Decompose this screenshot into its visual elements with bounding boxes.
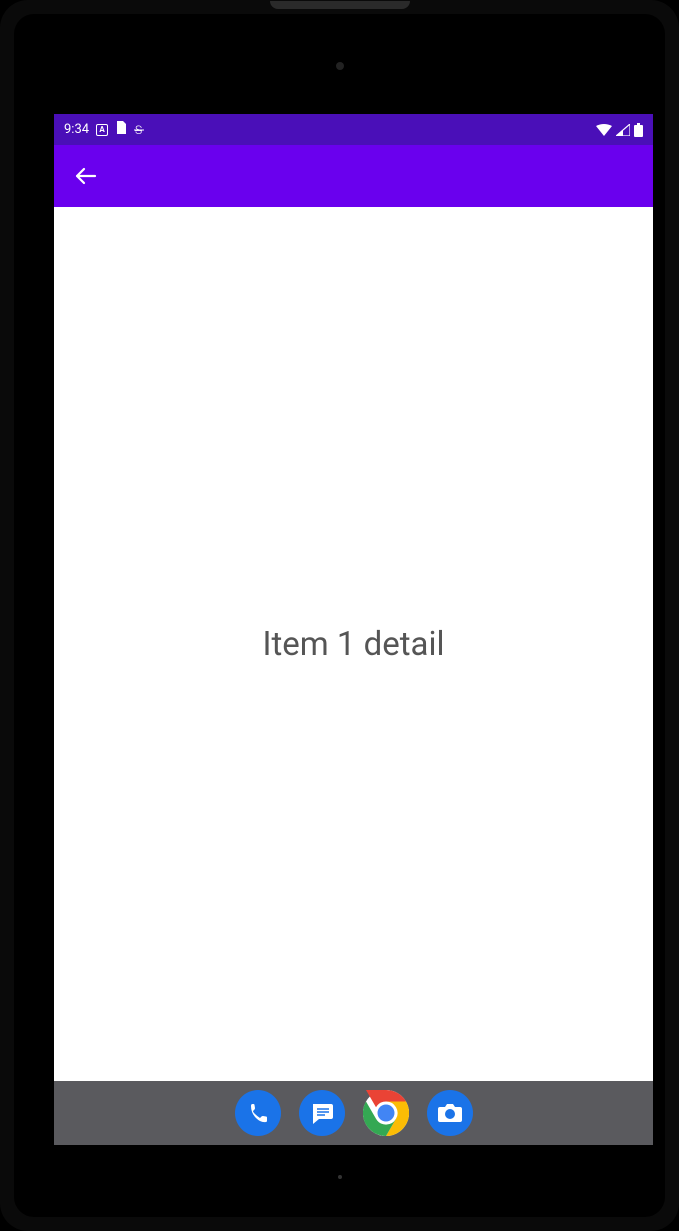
status-bar-right — [596, 123, 643, 137]
messages-app-icon[interactable] — [299, 1090, 345, 1136]
cellular-icon — [616, 124, 630, 136]
front-camera — [336, 62, 344, 70]
status-s-icon: S — [133, 123, 145, 137]
home-indicator — [338, 1175, 342, 1179]
status-a-icon: A — [96, 124, 108, 136]
status-time: 9:34 — [64, 122, 89, 137]
chrome-icon — [363, 1090, 409, 1136]
device-notch — [270, 1, 410, 9]
status-bar: 9:34 A S — [54, 114, 653, 145]
device-frame: 9:34 A S — [0, 0, 679, 1231]
detail-text: Item 1 detail — [262, 625, 444, 664]
battery-icon — [634, 123, 643, 137]
content-area: Item 1 detail — [54, 207, 653, 1081]
messages-icon — [309, 1100, 335, 1126]
camera-app-icon[interactable] — [427, 1090, 473, 1136]
camera-icon — [437, 1102, 463, 1124]
phone-icon — [246, 1101, 270, 1125]
phone-app-icon[interactable] — [235, 1090, 281, 1136]
file-icon — [115, 121, 126, 138]
app-bar — [54, 145, 653, 207]
device-screen: 9:34 A S — [54, 114, 653, 1145]
chrome-app-icon[interactable] — [363, 1090, 409, 1136]
device-bezel: 9:34 A S — [14, 14, 665, 1217]
navigation-bar — [54, 1081, 653, 1145]
wifi-icon — [596, 124, 612, 136]
back-button[interactable] — [72, 162, 100, 190]
status-bar-left: 9:34 A S — [64, 121, 145, 138]
arrow-left-icon — [75, 167, 97, 185]
